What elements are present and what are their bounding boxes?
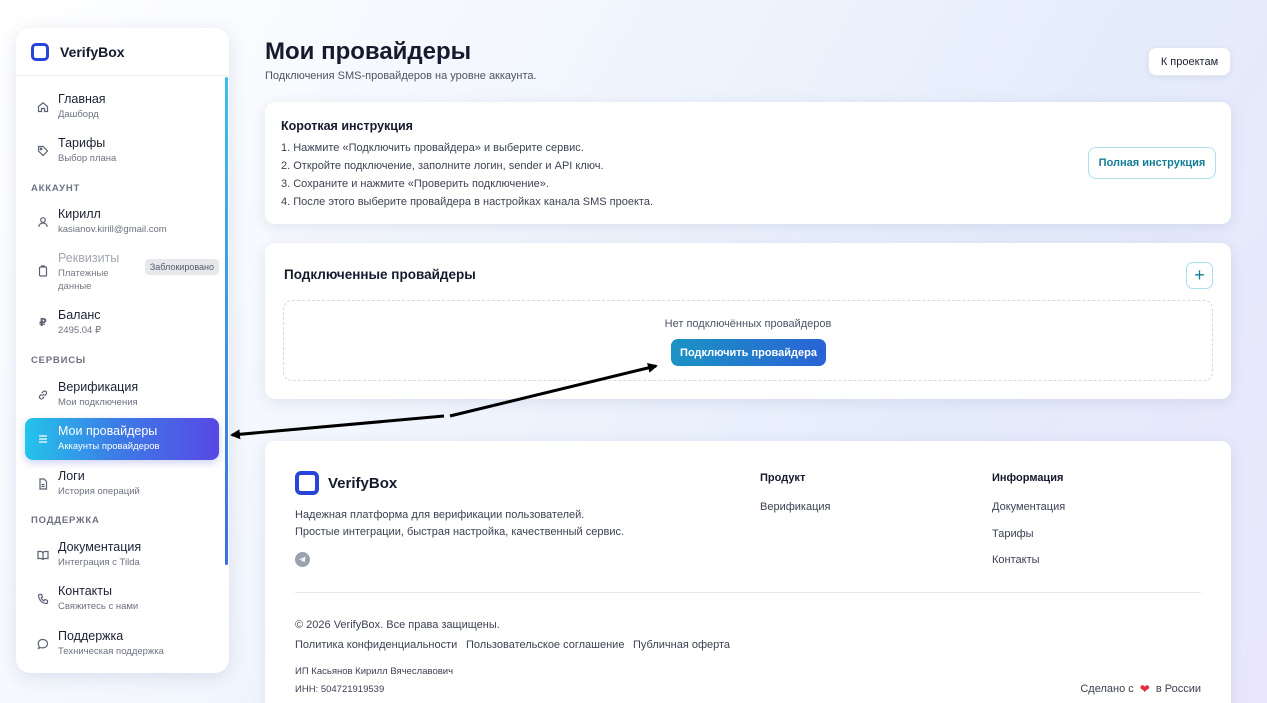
logo-icon xyxy=(295,471,319,495)
file-icon xyxy=(37,478,49,490)
sidebar-item-subtitle: Аккаунты провайдеров xyxy=(58,441,160,452)
legal-entity: ИП Касьянов Кирилл Вячеславович xyxy=(295,666,454,677)
empty-state-text: Нет подключённых провайдеров xyxy=(664,318,832,330)
sidebar-item-title: Документация xyxy=(58,540,142,554)
user-agreement-link[interactable]: Пользовательское соглашение xyxy=(466,639,624,651)
sidebar-item-title: Логи xyxy=(58,469,85,483)
privacy-policy-link[interactable]: Политика конфиденциальности xyxy=(295,639,457,651)
tag-icon xyxy=(37,145,49,157)
page-title: Мои провайдеры xyxy=(265,38,472,65)
logo-icon xyxy=(31,42,49,61)
inn: ИНН: 504721919539 xyxy=(295,684,385,695)
instruction-step: 1. Нажмите «Подключить провайдера» и выб… xyxy=(281,142,584,154)
instruction-step: 2. Откройте подключение, заполните логин… xyxy=(281,160,604,172)
sidebar-item-title: Кирилл xyxy=(58,207,101,221)
plus-icon: + xyxy=(1194,265,1205,285)
add-provider-button[interactable]: + xyxy=(1186,262,1213,289)
instruction-step: 3. Сохраните и нажмите «Проверить подклю… xyxy=(281,178,549,190)
footer-link-tariffs[interactable]: Тарифы xyxy=(992,528,1034,540)
footer-link-docs[interactable]: Документация xyxy=(992,501,1065,513)
sidebar-item-title: Главная xyxy=(58,92,106,106)
sidebar-item-title: Баланс xyxy=(58,308,101,322)
sidebar-item-my-providers[interactable]: Мои провайдеры Аккаунты провайдеров xyxy=(25,418,219,460)
clipboard-icon xyxy=(37,265,49,277)
heart-icon: ❤ xyxy=(1139,682,1150,696)
sidebar-item-subtitle: Интеграция с Tilda xyxy=(58,557,140,568)
providers-title: Подключенные провайдеры xyxy=(284,267,476,282)
full-instructions-button[interactable]: Полная инструкция xyxy=(1088,147,1216,179)
sidebar-item-title: Контакты xyxy=(58,584,112,598)
sidebar: VerifyBox Главная Дашборд Тарифы Выбор п… xyxy=(16,28,229,673)
sidebar-item-subtitle: Свяжитесь с нами xyxy=(58,601,139,612)
footer-brand-name: VerifyBox xyxy=(328,474,398,492)
sidebar-scrollbar[interactable] xyxy=(225,77,228,565)
sidebar-item-title: Верификация xyxy=(58,380,139,394)
sidebar-item-subtitle-line1: Платежные xyxy=(58,268,109,279)
sidebar-item-subtitle: Техническая поддержка xyxy=(58,646,164,657)
footer-product-heading: Продукт xyxy=(760,472,806,484)
connect-provider-button[interactable]: Подключить провайдера xyxy=(671,339,826,366)
made-suffix: в России xyxy=(1155,683,1201,695)
sidebar-item-support[interactable]: Поддержка Техническая поддержка xyxy=(25,623,219,665)
sidebar-item-docs[interactable]: Документация Интеграция с Tilda xyxy=(25,534,219,576)
sidebar-item-title: Реквизиты xyxy=(58,251,120,265)
user-icon xyxy=(37,216,49,228)
sidebar-item-verification[interactable]: Верификация Мои подключения xyxy=(25,374,219,416)
sidebar-item-tariffs[interactable]: Тарифы Выбор плана xyxy=(25,130,219,172)
back-to-projects-button[interactable]: К проектам xyxy=(1148,47,1231,76)
made-in-russia: Сделано с ❤ в России xyxy=(1080,682,1201,696)
public-offer-link[interactable]: Публичная оферта xyxy=(633,639,730,651)
locked-badge: Заблокировано xyxy=(144,259,219,275)
sidebar-item-subtitle: Мои подключения xyxy=(58,397,138,408)
brand-name[interactable]: VerifyBox xyxy=(60,44,125,60)
sidebar-item-title: Мои провайдеры xyxy=(58,424,158,438)
footer-logo[interactable]: VerifyBox xyxy=(295,471,397,495)
home-icon xyxy=(37,101,49,113)
footer-info-heading: Информация xyxy=(992,472,1064,484)
chat-icon xyxy=(37,638,49,650)
sidebar-item-contacts[interactable]: Контакты Свяжитесь с нами xyxy=(25,578,219,620)
footer-divider xyxy=(295,592,1201,593)
sidebar-item-requisites: Реквизиты Платежные данные Заблокировано xyxy=(25,245,219,297)
sidebar-item-title: Тарифы xyxy=(58,136,106,150)
providers-card: Подключенные провайдеры + Нет подключённ… xyxy=(265,243,1231,399)
book-icon xyxy=(37,549,49,561)
footer-link-contacts[interactable]: Контакты xyxy=(992,554,1040,566)
page-subtitle: Подключения SMS-провайдеров на уровне ак… xyxy=(265,70,537,82)
made-prefix: Сделано с xyxy=(1080,683,1134,695)
telegram-icon[interactable] xyxy=(295,552,310,567)
sidebar-item-subtitle: kasianov.kirill@gmail.com xyxy=(58,224,167,235)
sidebar-item-logs[interactable]: Логи История операций xyxy=(25,463,219,505)
ruble-icon: ₽ xyxy=(39,317,47,329)
phone-icon xyxy=(37,593,49,605)
sidebar-item-subtitle: Дашборд xyxy=(58,109,99,120)
sidebar-item-subtitle-line2: данные xyxy=(58,281,92,292)
list-icon xyxy=(37,433,49,445)
footer: VerifyBox Надежная платформа для верифик… xyxy=(265,441,1231,703)
sidebar-item-home[interactable]: Главная Дашборд xyxy=(25,86,219,128)
empty-state: Нет подключённых провайдеров Подключить … xyxy=(283,300,1213,381)
section-label-services: СЕРВИСЫ xyxy=(31,355,86,366)
footer-description: Надежная платформа для верификации польз… xyxy=(295,509,585,521)
instruction-step: 4. После этого выберите провайдера в нас… xyxy=(281,196,654,208)
footer-description: Простые интеграции, быстрая настройка, к… xyxy=(295,526,625,538)
section-label-account: АККАУНТ xyxy=(31,183,81,194)
sidebar-item-title: Поддержка xyxy=(58,629,124,643)
section-label-support: ПОДДЕРЖКА xyxy=(31,515,100,526)
footer-link-verification[interactable]: Верификация xyxy=(760,501,831,513)
copyright: © 2026 VerifyBox. Все права защищены. xyxy=(295,619,500,631)
sidebar-header: VerifyBox xyxy=(16,28,229,76)
sidebar-item-subtitle: История операций xyxy=(58,486,140,497)
instructions-title: Короткая инструкция xyxy=(281,119,413,133)
sidebar-item-subtitle: 2495.04 ₽ xyxy=(58,325,102,336)
arrow-to-sidebar-item xyxy=(230,414,445,440)
link-icon xyxy=(37,389,49,401)
instructions-card: Короткая инструкция 1. Нажмите «Подключи… xyxy=(265,102,1231,224)
sidebar-item-subtitle: Выбор плана xyxy=(58,153,117,164)
sidebar-item-balance[interactable]: ₽ Баланс 2495.04 ₽ xyxy=(25,302,219,344)
sidebar-item-profile[interactable]: Кирилл kasianov.kirill@gmail.com xyxy=(25,201,219,243)
